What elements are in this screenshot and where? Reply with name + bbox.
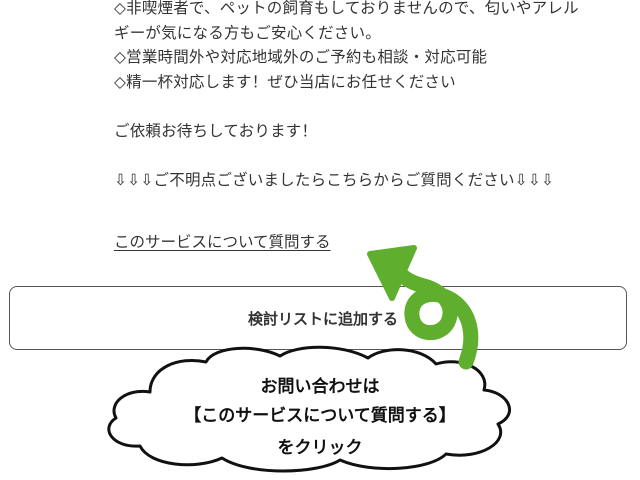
- add-to-consideration-list-button[interactable]: 検討リストに追加する: [9, 286, 627, 350]
- description-line: ◇非喫煙者で、ペットの飼育もしておりませんので、匂いやアレル: [114, 0, 579, 17]
- description-line: ◇営業時間外や対応地域外のご予約も相談・対応可能: [114, 48, 488, 66]
- description-line: ◇精一杯対応します！ぜひ当店にお任せください: [114, 72, 456, 91]
- description-line: ⇩⇩⇩ご不明点ございましたらこちらからご質問ください⇩⇩⇩: [114, 170, 555, 189]
- ask-about-service-link[interactable]: このサービスについて質問する: [114, 230, 331, 254]
- callout-line-2: 【このサービスについて質問する】: [184, 406, 456, 426]
- service-description: ◇非喫煙者で、ペットの飼育もしておりませんので、匂いやアレル ギーが気になる方も…: [114, 0, 634, 192]
- callout-line-3: をクリック: [277, 438, 363, 458]
- add-to-list-label: 検討リストに追加する: [247, 309, 398, 328]
- callout-line-1: お問い合わせは: [260, 377, 380, 397]
- description-line: ギーが気になる方もご安心ください。: [114, 23, 381, 42]
- page: ◇非喫煙者で、ペットの飼育もしておりませんので、匂いやアレル ギーが気になる方も…: [0, 0, 640, 480]
- description-line: ご依頼お待ちしております！: [114, 121, 318, 140]
